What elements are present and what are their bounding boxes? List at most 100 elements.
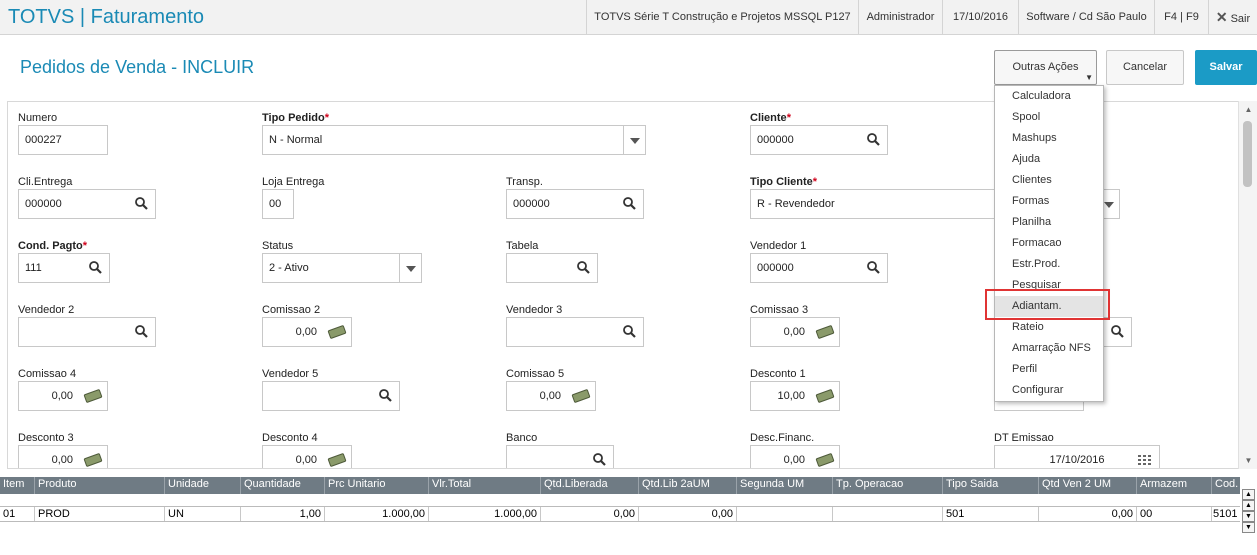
desc-financ-value: 0,00	[783, 454, 805, 466]
scroll-top-icon[interactable]: ▲	[1242, 489, 1255, 500]
comissao2-field[interactable]: 0,00	[262, 317, 352, 347]
menu-item-formas[interactable]: Formas	[995, 191, 1103, 212]
cond-pagto-field[interactable]: 111	[18, 253, 110, 283]
cond-pagto-value: 111	[25, 262, 42, 274]
status-label: Status	[262, 240, 294, 252]
col-produto[interactable]: Produto	[35, 477, 165, 494]
loja-entrega-field[interactable]: 00	[262, 189, 294, 219]
vendedor5-field[interactable]	[262, 381, 400, 411]
comissao3-field[interactable]: 0,00	[750, 317, 840, 347]
menu-item-clientes[interactable]: Clientes	[995, 170, 1103, 191]
tipo-pedido-select[interactable]: N - Normal	[262, 125, 646, 155]
vendedor1-field[interactable]: 000000	[750, 253, 888, 283]
search-icon[interactable]	[615, 318, 643, 346]
search-icon[interactable]	[585, 446, 613, 468]
search-icon[interactable]	[859, 254, 887, 282]
money-icon[interactable]	[79, 382, 107, 410]
exit-button[interactable]: ✕ Sair	[1208, 0, 1257, 35]
table-row[interactable]: 01 PROD UN 1,00 1.000,00 1.000,00 0,00 0…	[0, 506, 1240, 522]
save-button[interactable]: Salvar	[1195, 50, 1257, 85]
dt-emissao-field[interactable]: 17/10/2016	[994, 445, 1160, 468]
tipo-cliente-label: Tipo Cliente*	[750, 176, 818, 188]
col-armazem[interactable]: Armazem	[1137, 477, 1212, 494]
search-icon[interactable]	[569, 254, 597, 282]
menu-item-spool[interactable]: Spool	[995, 107, 1103, 128]
desconto3-field[interactable]: 0,00	[18, 445, 108, 468]
desconto1-field[interactable]: 10,00	[750, 381, 840, 411]
money-icon[interactable]	[79, 446, 107, 468]
menu-item-mashups[interactable]: Mashups	[995, 128, 1103, 149]
cell-cod: 5101	[1213, 508, 1238, 520]
form-scrollbar[interactable]: ▲ ▼	[1238, 101, 1257, 469]
money-icon[interactable]	[323, 318, 351, 346]
col-qtd-liberada[interactable]: Qtd.Liberada	[541, 477, 639, 494]
vendedor3-field[interactable]	[506, 317, 644, 347]
grid-scroll-controls: ▲ ▲ ▼ ▼	[1240, 489, 1257, 533]
search-icon[interactable]	[859, 126, 887, 154]
menu-item-formacao[interactable]: Formacao	[995, 233, 1103, 254]
money-icon[interactable]	[811, 446, 839, 468]
search-icon[interactable]	[1103, 318, 1131, 346]
items-grid: Item Produto Unidade Quantidade Prc Unit…	[0, 477, 1257, 555]
money-icon[interactable]	[567, 382, 595, 410]
col-prc-unitario[interactable]: Prc Unitario	[325, 477, 429, 494]
col-tipo-saida[interactable]: Tipo Saida	[943, 477, 1039, 494]
chevron-down-icon[interactable]	[399, 254, 421, 282]
comissao5-field[interactable]: 0,00	[506, 381, 596, 411]
calendar-icon[interactable]	[1131, 446, 1159, 468]
search-icon[interactable]	[615, 190, 643, 218]
scroll-up-icon[interactable]: ▲	[1239, 105, 1257, 114]
search-icon[interactable]	[127, 318, 155, 346]
banco-field[interactable]	[506, 445, 614, 468]
cliente-field[interactable]: 000000	[750, 125, 888, 155]
page-title: Pedidos de Venda - INCLUIR	[20, 57, 255, 77]
money-icon[interactable]	[811, 382, 839, 410]
cancel-button[interactable]: Cancelar	[1106, 50, 1184, 85]
col-item[interactable]: Item	[0, 477, 35, 494]
comissao4-field[interactable]: 0,00	[18, 381, 108, 411]
tabela-field[interactable]	[506, 253, 598, 283]
vendedor2-field[interactable]	[18, 317, 156, 347]
menu-item-amarracao-nfs[interactable]: Amarração NFS	[995, 338, 1103, 359]
money-icon[interactable]	[323, 446, 351, 468]
col-qtd-lib-2aum[interactable]: Qtd.Lib 2aUM	[639, 477, 737, 494]
status-select[interactable]: 2 - Ativo	[262, 253, 422, 283]
cli-entrega-field[interactable]: 000000	[18, 189, 156, 219]
col-tp-operacao[interactable]: Tp. Operacao	[833, 477, 943, 494]
search-icon[interactable]	[81, 254, 109, 282]
comissao4-value: 0,00	[51, 390, 73, 402]
outras-acoes-label: Outras Ações	[1012, 61, 1079, 73]
scroll-down-icon[interactable]: ▼	[1239, 456, 1257, 465]
dt-emissao-value: 17/10/2016	[1049, 454, 1105, 466]
numero-field[interactable]: 000227	[18, 125, 108, 155]
scroll-down-icon[interactable]: ▼	[1242, 511, 1255, 522]
cell-segunda-um	[737, 507, 833, 521]
menu-item-rateio[interactable]: Rateio	[995, 317, 1103, 338]
menu-item-planilha[interactable]: Planilha	[995, 212, 1103, 233]
menu-item-ajuda[interactable]: Ajuda	[995, 149, 1103, 170]
chevron-down-icon: ▼	[1085, 73, 1093, 82]
desc-financ-field[interactable]: 0,00	[750, 445, 840, 468]
menu-item-calculadora[interactable]: Calculadora	[995, 86, 1103, 107]
money-icon[interactable]	[811, 318, 839, 346]
col-cod[interactable]: Cod.	[1212, 477, 1240, 494]
search-icon[interactable]	[371, 382, 399, 410]
col-qtd-ven-2um[interactable]: Qtd Ven 2 UM	[1039, 477, 1137, 494]
menu-item-perfil[interactable]: Perfil	[995, 359, 1103, 380]
col-segunda-um[interactable]: Segunda UM	[737, 477, 833, 494]
outras-acoes-button[interactable]: Outras Ações ▼	[994, 50, 1097, 85]
col-unidade[interactable]: Unidade	[165, 477, 241, 494]
banco-label: Banco	[506, 432, 538, 444]
menu-item-configurar[interactable]: Configurar	[995, 380, 1103, 401]
cell-qtd-ven-2um: 0,00	[1039, 507, 1137, 521]
desconto4-field[interactable]: 0,00	[262, 445, 352, 468]
transp-field[interactable]: 000000	[506, 189, 644, 219]
scroll-up-icon[interactable]: ▲	[1242, 500, 1255, 511]
col-quantidade[interactable]: Quantidade	[241, 477, 325, 494]
scrollbar-thumb[interactable]	[1243, 121, 1252, 187]
scroll-bottom-icon[interactable]: ▼	[1242, 522, 1255, 533]
col-vlr-total[interactable]: Vlr.Total	[429, 477, 541, 494]
search-icon[interactable]	[127, 190, 155, 218]
chevron-down-icon[interactable]	[623, 126, 645, 154]
menu-item-estr-prod[interactable]: Estr.Prod.	[995, 254, 1103, 275]
